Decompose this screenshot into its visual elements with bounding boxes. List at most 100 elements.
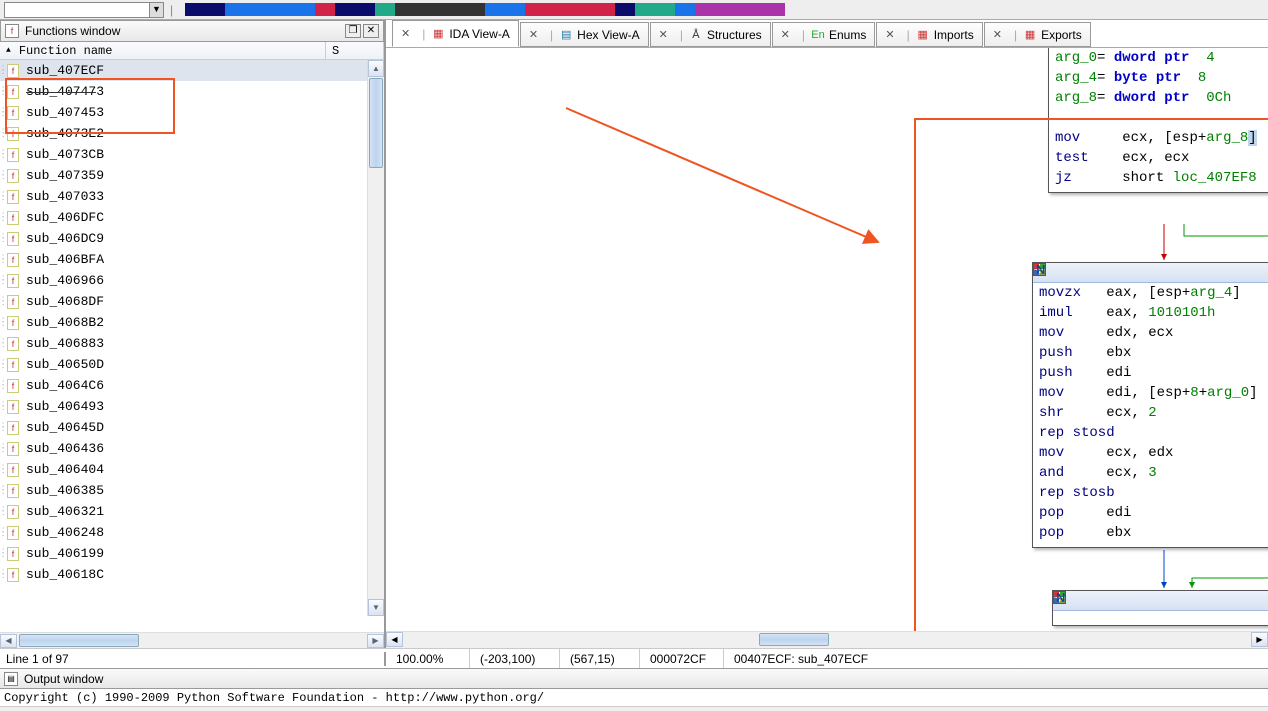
- output-panel-header[interactable]: ▤ Output window: [0, 668, 1268, 689]
- function-list-item[interactable]: ::fsub_407453: [0, 102, 384, 123]
- sort-asc-icon: ▲: [6, 46, 11, 55]
- function-list-item[interactable]: ::fsub_406248: [0, 522, 384, 543]
- tab-ida-view-a[interactable]: ✕|▦IDA View-A: [392, 20, 519, 47]
- tab-icon: ▦: [1023, 28, 1037, 42]
- function-name: sub_40645D: [22, 420, 104, 435]
- functions-panel-header[interactable]: f Functions window ❐ ✕: [0, 20, 384, 42]
- tab-icon: ▤: [559, 28, 573, 42]
- scroll-right-button[interactable]: ▶: [1251, 632, 1268, 647]
- close-icon[interactable]: ✕: [885, 28, 894, 41]
- graph-horizontal-scrollbar[interactable]: ◀ ▶: [386, 631, 1268, 648]
- scroll-right-button[interactable]: ▶: [367, 634, 384, 648]
- function-list-item[interactable]: ::fsub_406493: [0, 396, 384, 417]
- function-name: sub_407ECF: [22, 63, 104, 78]
- close-icon[interactable]: ✕: [993, 28, 1002, 41]
- function-list-item[interactable]: ::fsub_4073E2: [0, 123, 384, 144]
- function-list-item[interactable]: ::fsub_4068DF: [0, 291, 384, 312]
- tab-label: Hex View-A: [577, 28, 639, 42]
- function-icon: f: [7, 547, 19, 561]
- function-icon: f: [7, 85, 19, 99]
- panel-restore-button[interactable]: ❐: [345, 24, 361, 38]
- close-icon[interactable]: ✕: [401, 27, 410, 40]
- function-list-item[interactable]: ::fsub_406883: [0, 333, 384, 354]
- close-icon[interactable]: ✕: [529, 28, 538, 41]
- function-list-item[interactable]: ::fsub_4068B2: [0, 312, 384, 333]
- status-zoom: 100.00%: [386, 649, 470, 668]
- function-list-item[interactable]: ::fsub_4073CB: [0, 144, 384, 165]
- toolbar-dropdown[interactable]: ▼: [4, 2, 164, 18]
- function-icon: f: [7, 127, 19, 141]
- tab-hex-view-a[interactable]: ✕|▤Hex View-A: [520, 22, 649, 47]
- scroll-thumb[interactable]: [369, 78, 383, 168]
- vertical-scrollbar[interactable]: ▲ ▼: [367, 60, 384, 616]
- functions-list[interactable]: ::fsub_407ECF::fsub_407473::fsub_407453:…: [0, 60, 384, 632]
- function-name: sub_406493: [22, 399, 104, 414]
- close-icon[interactable]: ✕: [781, 28, 790, 41]
- function-name: sub_406DC9: [22, 231, 104, 246]
- function-icon: f: [7, 64, 19, 78]
- graph-view[interactable]: arg_0= dword ptr 4arg_4= byte ptr 8arg_8…: [386, 48, 1268, 631]
- function-list-item[interactable]: ::fsub_406404: [0, 459, 384, 480]
- tab-label: Imports: [934, 28, 974, 42]
- function-name: sub_406966: [22, 273, 104, 288]
- function-list-item[interactable]: ::fsub_406385: [0, 480, 384, 501]
- tab-exports[interactable]: ✕|▦Exports: [984, 22, 1091, 47]
- function-name: sub_406199: [22, 546, 104, 561]
- function-name: sub_40650D: [22, 357, 104, 372]
- tab-structures[interactable]: ✕|ÅStructures: [650, 22, 771, 47]
- function-list-item[interactable]: ::fsub_407ECF: [0, 60, 384, 81]
- scroll-left-button[interactable]: ◀: [0, 634, 17, 648]
- status-offset: 000072CF: [640, 649, 724, 668]
- function-list-item[interactable]: ::fsub_40650D: [0, 354, 384, 375]
- panel-close-button[interactable]: ✕: [363, 24, 379, 38]
- function-list-item[interactable]: ::fsub_407359: [0, 165, 384, 186]
- tab-imports[interactable]: ✕|▦Imports: [876, 22, 982, 47]
- scroll-up-button[interactable]: ▲: [368, 60, 384, 77]
- horizontal-scrollbar[interactable]: ◀ ▶: [0, 632, 384, 648]
- function-icon: f: [7, 316, 19, 330]
- scroll-thumb[interactable]: [759, 633, 829, 646]
- status-line-count: Line 1 of 97: [0, 652, 386, 666]
- functions-panel: f Functions window ❐ ✕ ▲Function name S …: [0, 20, 386, 648]
- tab-label: Structures: [707, 28, 762, 42]
- function-list-item[interactable]: ::fsub_406DFC: [0, 207, 384, 228]
- graph-node[interactable]: N movzx eax, [esp+arg_4]imul eax, 101010…: [1032, 262, 1268, 548]
- function-list-item[interactable]: ::fsub_406DC9: [0, 228, 384, 249]
- function-list-item[interactable]: ::fsub_4064C6: [0, 375, 384, 396]
- function-list-item[interactable]: ::fsub_407033: [0, 186, 384, 207]
- output-panel-title: Output window: [24, 672, 103, 686]
- function-list-item[interactable]: ::fsub_406436: [0, 438, 384, 459]
- function-name: sub_407473: [22, 84, 104, 99]
- scroll-thumb[interactable]: [19, 634, 139, 647]
- node-header: N: [1033, 263, 1268, 283]
- function-name: sub_4068DF: [22, 294, 104, 309]
- function-list-item[interactable]: ::fsub_406966: [0, 270, 384, 291]
- function-name: sub_406385: [22, 483, 104, 498]
- function-list-item[interactable]: ::fsub_406BFA: [0, 249, 384, 270]
- graph-node[interactable]: arg_0= dword ptr 4arg_4= byte ptr 8arg_8…: [1048, 48, 1268, 193]
- functions-list-header[interactable]: ▲Function name S: [0, 42, 384, 60]
- navigation-band[interactable]: [185, 3, 1264, 16]
- function-name: sub_4064C6: [22, 378, 104, 393]
- tab-label: Exports: [1041, 28, 1082, 42]
- close-icon[interactable]: ✕: [659, 28, 668, 41]
- function-list-item[interactable]: ::fsub_406321: [0, 501, 384, 522]
- scroll-left-button[interactable]: ◀: [386, 632, 403, 647]
- function-icon: f: [7, 358, 19, 372]
- function-icon: f: [5, 24, 19, 38]
- function-list-item[interactable]: ::fsub_40645D: [0, 417, 384, 438]
- function-name: sub_4068B2: [22, 315, 104, 330]
- function-name: sub_4073CB: [22, 147, 104, 162]
- function-icon: f: [7, 232, 19, 246]
- function-icon: f: [7, 400, 19, 414]
- scroll-down-button[interactable]: ▼: [368, 599, 384, 616]
- function-name: sub_407453: [22, 105, 104, 120]
- function-name: sub_406321: [22, 504, 104, 519]
- function-list-item[interactable]: ::fsub_40618C: [0, 564, 384, 585]
- tab-enums[interactable]: ✕|EnEnums: [772, 22, 876, 47]
- function-list-item[interactable]: ::fsub_406199: [0, 543, 384, 564]
- function-list-item[interactable]: ::fsub_407473: [0, 81, 384, 102]
- function-name: sub_406404: [22, 462, 104, 477]
- graph-node[interactable]: N: [1052, 590, 1268, 626]
- status-address: 00407ECF: sub_407ECF: [724, 649, 1268, 668]
